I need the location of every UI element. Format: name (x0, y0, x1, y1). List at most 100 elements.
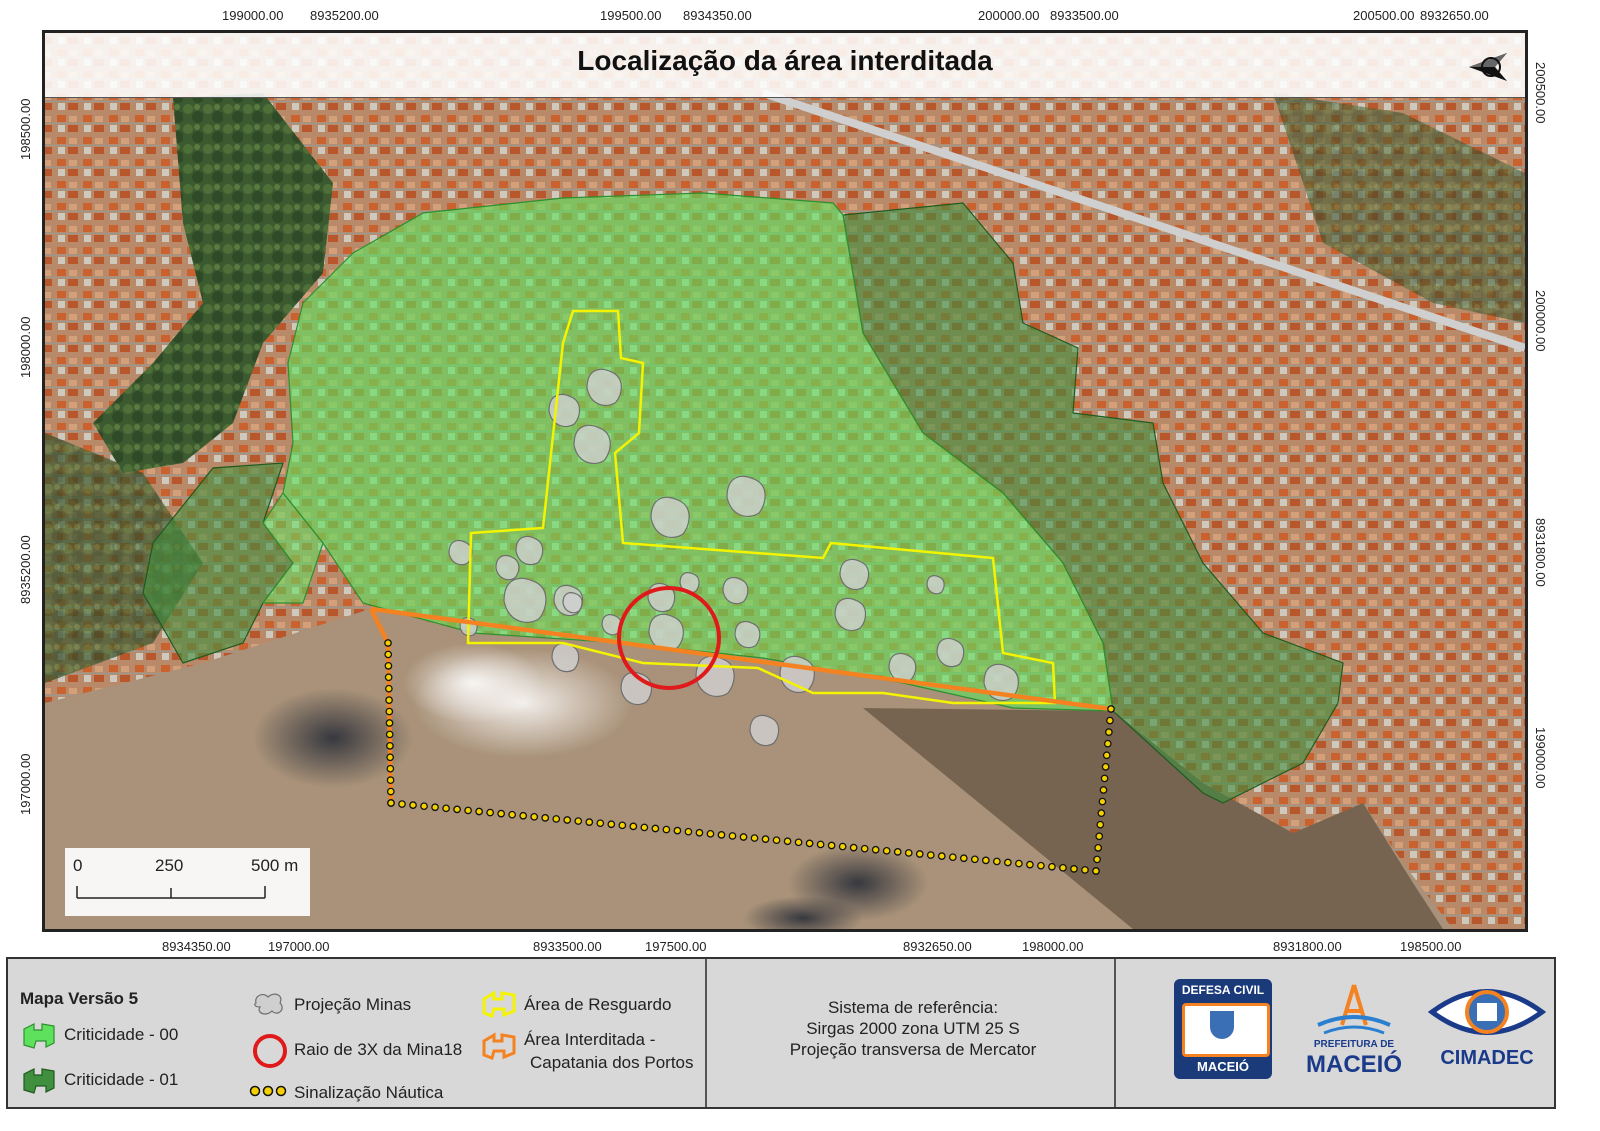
mine-projection[interactable] (926, 575, 945, 595)
cimadec-logo: CIMADEC (1427, 979, 1547, 1079)
bottom-coord-label: 8932650.00 (903, 939, 972, 954)
nautical-buoy (728, 832, 737, 840)
map-title-box: Localização da área interditada (45, 33, 1525, 98)
nautical-buoy (1107, 705, 1115, 713)
nautical-buoy (739, 833, 748, 841)
top-coord-label: 200000.00 (978, 8, 1040, 23)
nautical-buoy (1106, 716, 1114, 725)
nautical-buoy (1101, 763, 1110, 771)
nautical-buoy (750, 834, 759, 842)
nautical-buoy (893, 848, 902, 856)
nautical-buoy (386, 787, 395, 796)
nautical-buoy (948, 853, 957, 862)
nautical-buoy (772, 836, 781, 845)
nautical-buoy (1094, 844, 1102, 852)
nautical-buoy (431, 803, 439, 812)
mine-projection[interactable] (839, 558, 870, 591)
reference-line: Projeção transversa de Mercator (789, 1040, 1037, 1059)
nautical-buoy (629, 822, 638, 831)
nautical-buoy (442, 804, 450, 813)
nautical-buoy (651, 824, 660, 833)
nautical-buoy (486, 808, 494, 817)
scale-bar: 0 250 500 m (65, 848, 310, 916)
right-coord-label: 200000.00 (1533, 290, 1548, 352)
nautical-buoy (805, 839, 814, 848)
nautical-buoy (541, 814, 550, 822)
bottom-coord-label: 8934350.00 (162, 939, 231, 954)
nautical-buoy (384, 673, 393, 682)
nautical-buoy (662, 825, 671, 834)
area-resguardo-label: Área de Resguardo (524, 995, 672, 1014)
nautical-buoy (1095, 832, 1104, 841)
top-coord-label: 8932650.00 (1420, 8, 1489, 23)
mine-projection[interactable] (586, 368, 622, 406)
top-coord-label: 199000.00 (222, 8, 284, 23)
mine-projection[interactable] (573, 424, 611, 464)
mine-projection[interactable] (726, 475, 766, 517)
right-coord-label: 200500.00 (1533, 62, 1548, 124)
nautical-buoy (508, 810, 517, 819)
nautical-buoy (1100, 774, 1109, 783)
bottom-coord-label: 197000.00 (268, 939, 330, 954)
nautical-buoy (970, 855, 979, 864)
mine-projection[interactable] (834, 597, 867, 632)
bottom-coord-label: 197500.00 (645, 939, 707, 954)
nautical-buoy (1004, 858, 1012, 867)
nautical-buoy (1096, 820, 1105, 829)
projecao-minas-swatch (254, 993, 283, 1015)
criticidade-01-swatch (23, 1068, 55, 1094)
nautical-buoy (684, 827, 693, 836)
cloud (403, 643, 543, 723)
nautical-buoy (761, 835, 770, 843)
top-coord-label: 199500.00 (600, 8, 662, 23)
nautical-buoy (385, 696, 393, 704)
mine-projection[interactable] (448, 540, 473, 566)
mine-projection[interactable] (551, 643, 580, 673)
mine-projection[interactable] (734, 621, 761, 649)
top-coord-label: 8935200.00 (310, 8, 379, 23)
nautical-buoy (673, 826, 682, 835)
nautical-buoy (386, 742, 394, 750)
raio-mina18-swatch (253, 1034, 287, 1068)
nautical-buoy (386, 764, 395, 773)
nautical-buoy (717, 831, 726, 839)
top-coord-label: 8934350.00 (683, 8, 752, 23)
mine-projection[interactable] (503, 577, 547, 623)
satellite-map[interactable] (45, 33, 1525, 929)
mine-projection[interactable] (515, 536, 544, 566)
nautical-buoy (838, 842, 847, 851)
map-frame[interactable]: Localização da área interditada 0 250 50… (42, 30, 1528, 932)
nautical-buoy (519, 811, 528, 820)
area-interditada-label-2: Capatania dos Portos (530, 1053, 694, 1072)
scale-label: 500 m (251, 856, 299, 875)
nautical-buoy (1081, 866, 1089, 874)
mine-projection[interactable] (749, 714, 780, 747)
nautical-buoy (420, 802, 428, 811)
nautical-buoy (959, 854, 968, 863)
nautical-buoy (552, 815, 561, 823)
nautical-buoy (695, 828, 704, 837)
nautical-buoy (398, 800, 406, 808)
right-coord-label: 199000.00 (1533, 727, 1548, 789)
nautical-buoy (993, 857, 1001, 866)
nautical-buoy (384, 639, 392, 647)
map-title: Localização da área interditada (577, 45, 993, 76)
mine-projection[interactable] (722, 577, 749, 605)
nautical-buoy (497, 809, 506, 818)
criticidade-00-swatch (23, 1023, 55, 1049)
mine-projection[interactable] (562, 592, 583, 614)
mine-projection[interactable] (650, 496, 690, 538)
nautical-buoy (385, 707, 394, 716)
right-coord-label: 8931800.00 (1533, 518, 1548, 587)
nautical-buoy (937, 852, 946, 860)
mine-projection[interactable] (936, 638, 965, 668)
nautical-buoy (827, 841, 836, 850)
nautical-buoy (1103, 739, 1112, 748)
cimadec-text: CIMADEC (1440, 1047, 1534, 1069)
mine-projection[interactable] (495, 555, 520, 581)
nautical-buoy (475, 807, 483, 816)
nautical-buoy (640, 823, 649, 832)
scale-label: 250 (155, 856, 184, 875)
prefeitura-small-text: PREFEITURA DE (1313, 1039, 1395, 1050)
nautical-buoy (816, 840, 825, 849)
